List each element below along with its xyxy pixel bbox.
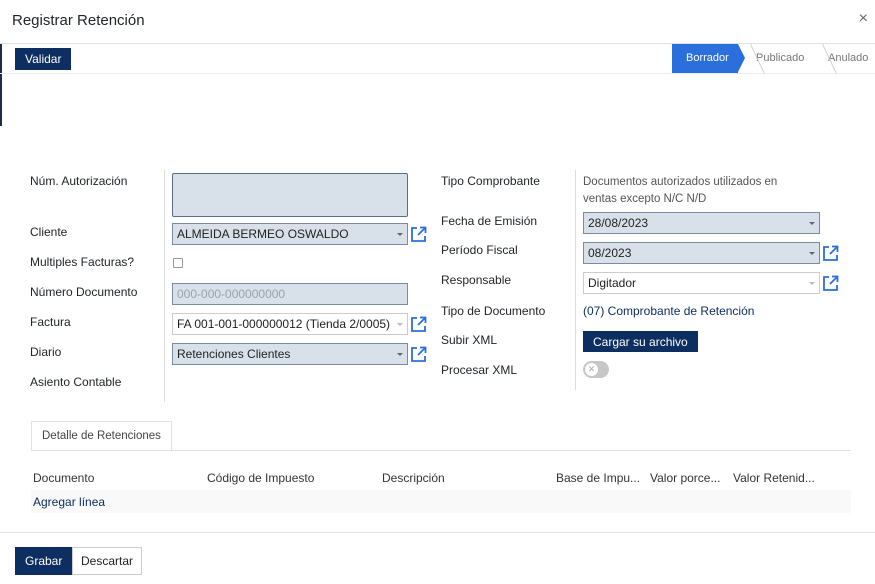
external-link-icon[interactable] <box>410 346 427 363</box>
client-value: ALMEIDA BERMEO OSWALDO <box>177 227 349 241</box>
column-header-withheld[interactable]: Valor Retenid... <box>733 471 815 485</box>
document-type-label: Tipo de Documento <box>441 304 546 318</box>
issue-date-value: 28/08/2023 <box>588 216 649 230</box>
upload-file-button[interactable]: Cargar su archivo <box>583 331 698 352</box>
client-select[interactable]: ALMEIDA BERMEO OSWALDO <box>172 223 408 245</box>
invoice-select[interactable]: FA 001-001-000000012 (Tienda 2/0005) <box>172 313 408 335</box>
client-label: Cliente <box>30 225 68 239</box>
dialog-title: Registrar Retención <box>12 12 145 29</box>
voucher-type-label: Tipo Comprobante <box>441 174 540 188</box>
document-type-value[interactable]: (07) Comprobante de Retención <box>583 304 754 318</box>
column-header-tax-code[interactable]: Código de Impuesto <box>207 471 314 485</box>
chevron-down-icon <box>809 282 815 285</box>
stage-indicator: Borrador Publicado Anulado <box>672 44 875 73</box>
document-number-placeholder: 000-000-000000000 <box>177 287 286 301</box>
discard-button[interactable]: Descartar <box>72 547 143 575</box>
column-divider <box>164 170 165 402</box>
responsible-label: Responsable <box>441 273 512 287</box>
save-button[interactable]: Grabar <box>15 547 73 575</box>
external-link-icon[interactable] <box>822 275 839 292</box>
fiscal-period-value: 08/2023 <box>588 246 632 260</box>
journal-select[interactable]: Retenciones Clientes <box>172 343 408 365</box>
responsible-select[interactable]: Digitador <box>583 272 820 294</box>
external-link-icon[interactable] <box>410 316 427 333</box>
chevron-down-icon <box>809 252 815 255</box>
document-number-label: Número Documento <box>30 285 138 299</box>
status-bar: Validar Borrador Publicado Anulado <box>0 44 875 74</box>
invoice-value: FA 001-001-000000012 (Tienda 2/0005) <box>177 317 391 331</box>
dialog-header: Registrar Retención × <box>0 0 875 44</box>
journal-value: Retenciones Clientes <box>177 347 291 361</box>
column-header-percent[interactable]: Valor porce... <box>650 471 720 485</box>
chevron-down-icon <box>809 222 815 225</box>
issue-date-input[interactable]: 28/08/2023 <box>583 212 820 234</box>
external-link-icon[interactable] <box>410 226 427 243</box>
issue-date-label: Fecha de Emisión <box>441 214 538 228</box>
accounting-entry-label: Asiento Contable <box>30 375 122 389</box>
document-number-input[interactable]: 000-000-000000000 <box>172 283 408 305</box>
stage-cancelled[interactable]: Anulado <box>810 44 875 73</box>
stage-cancelled-label: Anulado <box>828 52 869 64</box>
retention-dialog: Registrar Retención × Validar Borrador P… <box>0 0 875 584</box>
stage-posted[interactable]: Publicado <box>738 44 810 73</box>
close-icon[interactable]: × <box>859 11 868 27</box>
process-xml-label: Procesar XML <box>441 363 518 377</box>
stage-posted-label: Publicado <box>756 52 805 64</box>
column-header-base[interactable]: Base de Impu... <box>556 471 640 485</box>
invoice-label: Factura <box>30 315 71 329</box>
table-row <box>31 490 851 513</box>
column-header-document[interactable]: Documento <box>33 471 94 485</box>
add-line-link[interactable]: Agregar línea <box>33 495 105 509</box>
chevron-down-icon <box>397 233 403 236</box>
process-xml-toggle[interactable]: ✕ <box>583 361 609 378</box>
journal-label: Diario <box>30 345 62 359</box>
external-link-icon[interactable] <box>822 245 839 262</box>
auth-number-field[interactable] <box>172 173 408 217</box>
voucher-type-value: Documentos autorizados utilizados en ven… <box>583 176 778 205</box>
tab-retention-detail[interactable]: Detalle de Retenciones <box>31 421 172 451</box>
column-divider <box>575 170 576 390</box>
stage-draft[interactable]: Borrador <box>672 44 745 73</box>
close-icon: ✕ <box>585 363 598 376</box>
responsible-value: Digitador <box>588 276 637 290</box>
upload-xml-label: Subir XML <box>441 333 498 347</box>
footer-divider <box>0 532 875 533</box>
column-header-description[interactable]: Descripción <box>382 471 445 485</box>
tab-divider <box>31 450 851 451</box>
validate-button[interactable]: Validar <box>15 48 72 70</box>
multiple-invoices-label: Multiples Facturas? <box>30 255 135 269</box>
fiscal-period-label: Período Fiscal <box>441 243 518 257</box>
chevron-down-icon <box>397 353 403 356</box>
auth-number-label: Núm. Autorización <box>30 174 128 188</box>
fiscal-period-select[interactable]: 08/2023 <box>583 242 820 264</box>
chevron-down-icon <box>397 323 403 326</box>
multiple-invoices-checkbox[interactable] <box>173 258 183 268</box>
